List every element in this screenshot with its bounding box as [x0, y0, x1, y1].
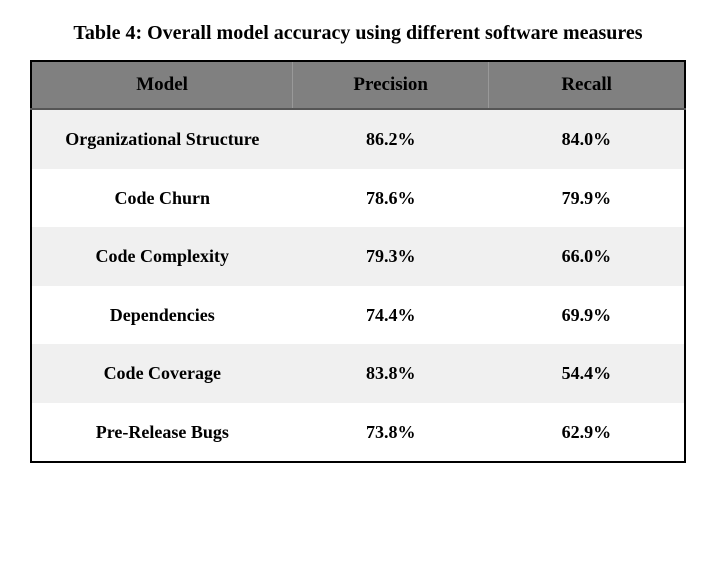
- cell-recall: 69.9%: [489, 286, 685, 345]
- cell-recall: 84.0%: [489, 109, 685, 169]
- cell-precision: 73.8%: [293, 403, 489, 463]
- cell-recall: 79.9%: [489, 169, 685, 228]
- cell-model: Code Churn: [31, 169, 293, 228]
- header-model: Model: [31, 61, 293, 109]
- table-row: Pre-Release Bugs 73.8% 62.9%: [31, 403, 685, 463]
- cell-precision: 79.3%: [293, 227, 489, 286]
- cell-recall: 62.9%: [489, 403, 685, 463]
- cell-precision: 78.6%: [293, 169, 489, 228]
- accuracy-table: Model Precision Recall Organizational St…: [30, 60, 686, 463]
- table-row: Code Churn 78.6% 79.9%: [31, 169, 685, 228]
- cell-precision: 74.4%: [293, 286, 489, 345]
- table-row: Code Coverage 83.8% 54.4%: [31, 344, 685, 403]
- cell-model: Code Coverage: [31, 344, 293, 403]
- cell-model: Organizational Structure: [31, 109, 293, 169]
- table-title: Table 4: Overall model accuracy using di…: [30, 20, 686, 46]
- cell-precision: 86.2%: [293, 109, 489, 169]
- cell-model: Code Complexity: [31, 227, 293, 286]
- cell-model: Pre-Release Bugs: [31, 403, 293, 463]
- table-header-row: Model Precision Recall: [31, 61, 685, 109]
- table-row: Code Complexity 79.3% 66.0%: [31, 227, 685, 286]
- header-recall: Recall: [489, 61, 685, 109]
- cell-precision: 83.8%: [293, 344, 489, 403]
- header-precision: Precision: [293, 61, 489, 109]
- cell-model: Dependencies: [31, 286, 293, 345]
- table-row: Dependencies 74.4% 69.9%: [31, 286, 685, 345]
- cell-recall: 54.4%: [489, 344, 685, 403]
- table-row: Organizational Structure 86.2% 84.0%: [31, 109, 685, 169]
- cell-recall: 66.0%: [489, 227, 685, 286]
